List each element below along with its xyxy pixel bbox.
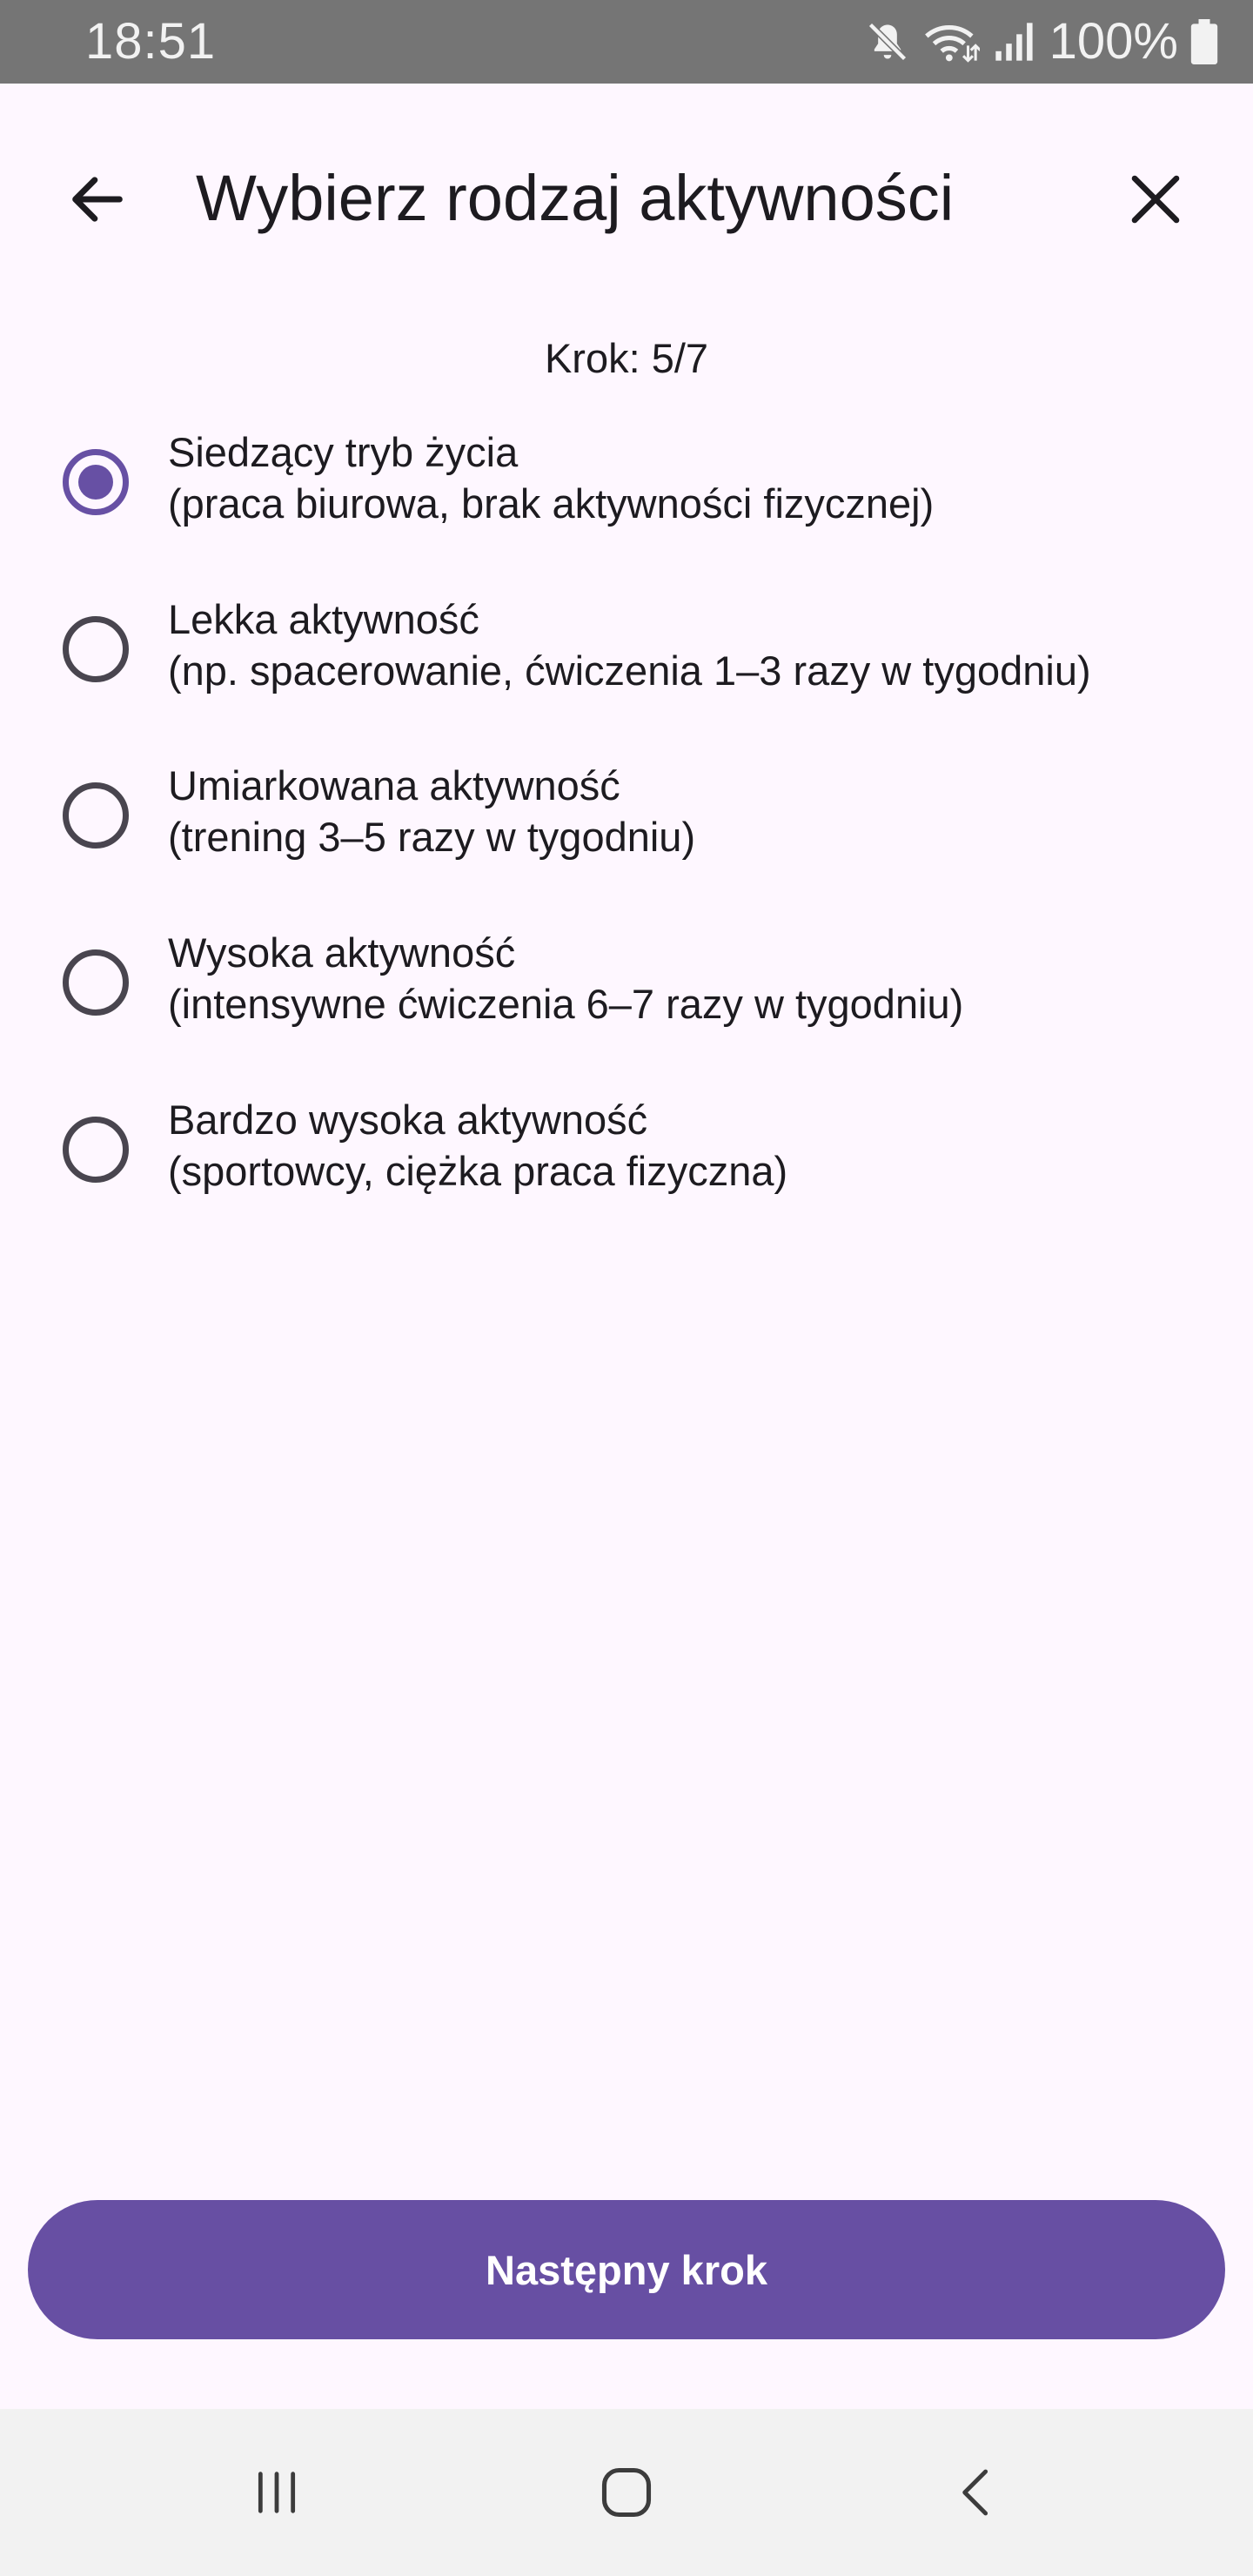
signal-icon <box>992 19 1037 64</box>
option-moderate-activity[interactable]: Umiarkowana aktywność (trening 3–5 razy … <box>0 739 1253 892</box>
mute-icon <box>865 19 910 64</box>
radio-button[interactable] <box>63 782 129 849</box>
step-indicator: Krok: 5/7 <box>544 335 709 381</box>
option-high-activity[interactable]: Wysoka aktywność (intensywne ćwiczenia 6… <box>0 906 1253 1059</box>
close-button[interactable] <box>1103 147 1208 252</box>
radio-dot <box>78 465 113 500</box>
home-button[interactable] <box>574 2440 679 2545</box>
option-title: Wysoka aktywność <box>168 929 516 976</box>
app-bar: Wybierz rodzaj aktywności <box>0 84 1253 306</box>
radio-button[interactable] <box>63 616 129 682</box>
status-bar: 18:51 100% <box>0 0 1253 84</box>
back-icon <box>962 2469 988 2516</box>
option-text: Lekka aktywność (np. spacerowanie, ćwicz… <box>168 594 1091 696</box>
wifi-icon <box>922 19 980 64</box>
arrow-left-icon <box>72 177 123 222</box>
option-description: (np. spacerowanie, ćwiczenia 1–3 razy w … <box>168 647 1091 694</box>
recent-apps-button[interactable] <box>224 2440 329 2545</box>
option-very-high-activity[interactable]: Bardzo wysoka aktywność (sportowcy, cięż… <box>0 1073 1253 1226</box>
battery-icon <box>1190 19 1218 64</box>
option-description: (intensywne ćwiczenia 6–7 razy w tygodni… <box>168 981 964 1027</box>
next-step-button[interactable]: Następny krok <box>28 2200 1225 2339</box>
option-title: Siedzący tryb życia <box>168 429 519 475</box>
option-text: Siedzący tryb życia (praca biurowa, brak… <box>168 426 934 529</box>
back-nav-button[interactable] <box>924 2440 1029 2545</box>
status-icons: 100% <box>865 12 1218 71</box>
option-title: Bardzo wysoka aktywność <box>168 1097 648 1143</box>
option-description: (praca biurowa, brak aktywności fizyczne… <box>168 480 935 527</box>
radio-button-selected[interactable] <box>63 449 129 515</box>
page-title: Wybierz rodzaj aktywności <box>196 162 955 234</box>
navigation-bar <box>0 2409 1253 2576</box>
status-time: 18:51 <box>85 13 217 70</box>
option-description: (sportowcy, ciężka praca fizyczna) <box>168 1148 788 1194</box>
home-icon <box>601 2467 652 2518</box>
battery-percentage: 100% <box>1049 13 1178 70</box>
radio-button[interactable] <box>63 949 129 1016</box>
back-button[interactable] <box>45 147 150 252</box>
option-description: (trening 3–5 razy w tygodniu) <box>168 814 696 860</box>
option-text: Bardzo wysoka aktywność (sportowcy, cięż… <box>168 1094 787 1197</box>
close-icon <box>1131 175 1180 224</box>
option-title: Lekka aktywność <box>168 596 479 642</box>
option-text: Umiarkowana aktywność (trening 3–5 razy … <box>168 760 695 862</box>
recent-apps-icon <box>258 2472 296 2513</box>
radio-button[interactable] <box>63 1117 129 1183</box>
option-text: Wysoka aktywność (intensywne ćwiczenia 6… <box>168 927 963 1030</box>
option-title: Umiarkowana aktywność <box>168 762 620 808</box>
option-light-activity[interactable]: Lekka aktywność (np. spacerowanie, ćwicz… <box>0 573 1253 726</box>
option-sedentary[interactable]: Siedzący tryb życia (praca biurowa, brak… <box>0 406 1253 559</box>
